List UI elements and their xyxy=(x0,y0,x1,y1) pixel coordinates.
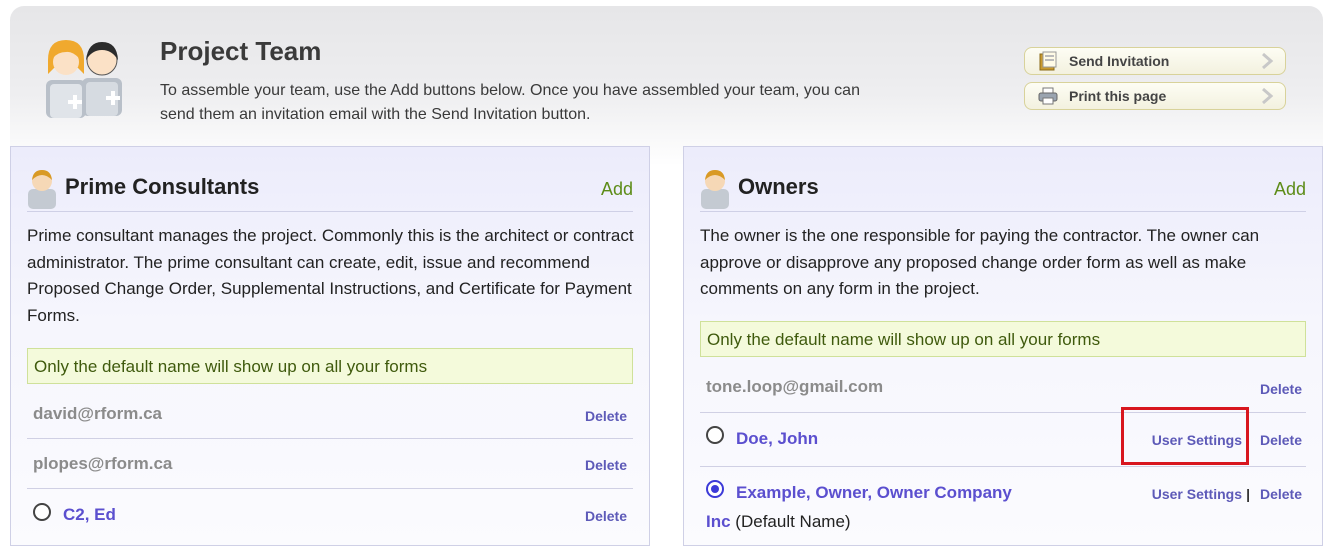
print-page-button[interactable]: Print this page xyxy=(1024,82,1286,110)
page-description: To assemble your team, use the Add butto… xyxy=(160,82,860,123)
panel-description: Prime consultant manages the project. Co… xyxy=(27,226,634,325)
default-name-radio[interactable] xyxy=(706,480,724,498)
add-prime-consultant-link[interactable]: Add xyxy=(601,179,633,200)
user-avatar-icon xyxy=(701,170,729,209)
print-page-label: Print this page xyxy=(1069,88,1167,104)
link-separator: | xyxy=(1246,486,1250,502)
member-email: tone.loop@gmail.com xyxy=(706,377,884,396)
member-row: Example, Owner, Owner Company User Setti… xyxy=(700,467,1306,547)
member-name-link[interactable]: Example, Owner, Owner Company xyxy=(736,483,1012,503)
panel-description: The owner is the one responsible for pay… xyxy=(700,226,1260,298)
delete-link[interactable]: Delete xyxy=(1260,381,1302,397)
member-name-link[interactable]: C2, Ed xyxy=(63,505,116,525)
panel-title: Owners xyxy=(738,174,819,199)
delete-link[interactable]: Delete xyxy=(585,508,627,524)
member-email: david@rform.ca xyxy=(33,404,163,423)
clipboard-icon xyxy=(1037,51,1059,71)
send-invitation-button[interactable]: Send Invitation xyxy=(1024,47,1286,75)
delete-link[interactable]: Delete xyxy=(1260,432,1302,448)
member-row: tone.loop@gmail.com Delete xyxy=(700,362,1306,413)
member-row: Doe, John User Settings Delete xyxy=(700,407,1306,467)
member-name-continuation[interactable]: Inc xyxy=(706,512,731,531)
chevron-right-icon xyxy=(1257,50,1277,72)
delete-link[interactable]: Delete xyxy=(585,408,627,424)
panel-header: Owners Add xyxy=(700,167,1306,212)
user-avatar-icon xyxy=(28,170,56,209)
member-row: david@rform.ca Delete xyxy=(27,389,633,439)
default-name-note: (Default Name) xyxy=(735,512,851,531)
page-title: Project Team xyxy=(160,36,322,66)
member-row: plopes@rform.ca Delete xyxy=(27,439,633,489)
default-name-notice: Only the default name will show up on al… xyxy=(700,321,1306,357)
send-invitation-label: Send Invitation xyxy=(1069,53,1170,69)
default-name-radio[interactable] xyxy=(706,426,724,444)
delete-link[interactable]: Delete xyxy=(1260,486,1302,502)
panel-header: Prime Consultants Add xyxy=(27,167,633,212)
member-email: plopes@rform.ca xyxy=(33,454,173,473)
chevron-right-icon xyxy=(1257,85,1277,107)
owners-panel: Owners Add The owner is the one responsi… xyxy=(683,146,1323,546)
default-name-notice: Only the default name will show up on al… xyxy=(27,348,633,384)
panel-title: Prime Consultants xyxy=(65,174,260,199)
add-owner-link[interactable]: Add xyxy=(1274,179,1306,200)
default-name-line: Inc (Default Name) xyxy=(706,512,851,532)
page-header: Project Team To assemble your team, use … xyxy=(10,6,1323,166)
user-settings-link[interactable]: User Settings xyxy=(1152,432,1242,448)
delete-link[interactable]: Delete xyxy=(585,457,627,473)
team-icon xyxy=(46,40,122,118)
default-name-radio[interactable] xyxy=(33,503,51,521)
prime-consultants-panel: Prime Consultants Add Prime consultant m… xyxy=(10,146,650,546)
user-settings-link[interactable]: User Settings xyxy=(1152,486,1242,502)
member-row: C2, Ed Delete xyxy=(27,489,633,549)
printer-icon xyxy=(1037,86,1059,106)
member-name-link[interactable]: Doe, John xyxy=(736,429,818,449)
